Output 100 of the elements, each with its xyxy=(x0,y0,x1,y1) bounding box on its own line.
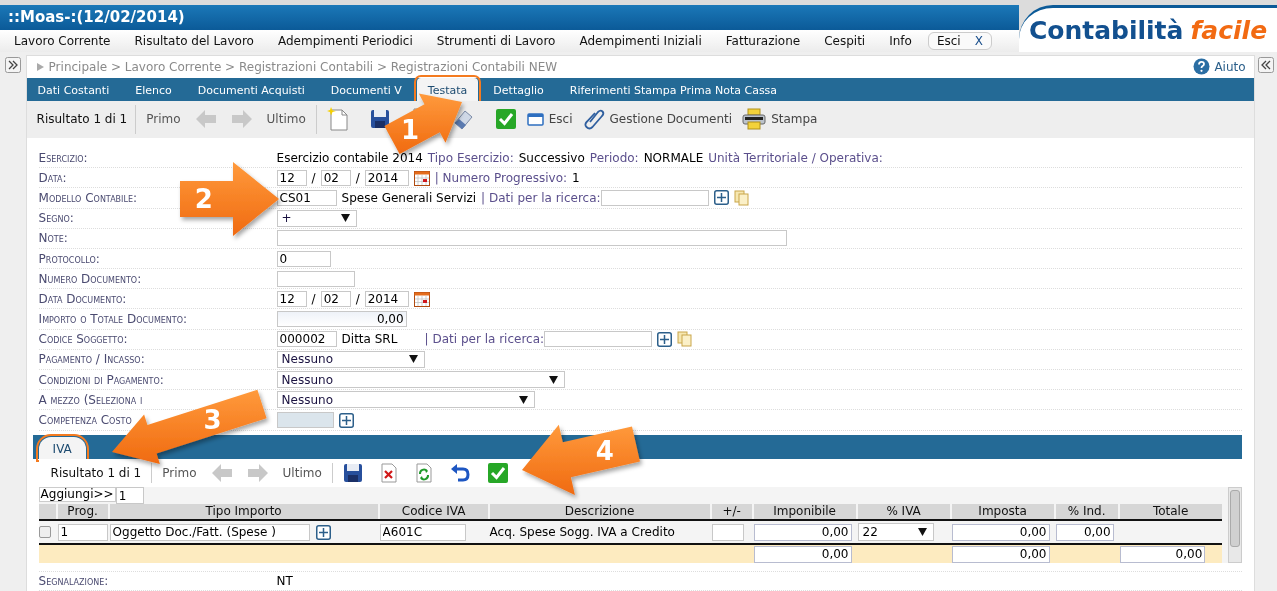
prog-field[interactable]: 1 xyxy=(57,523,108,541)
field-label: Competenza Costo xyxy=(38,413,132,427)
date-separator: / xyxy=(355,170,360,185)
field-label: Data Documento: xyxy=(38,291,127,306)
help-link[interactable]: Aiuto xyxy=(1193,58,1246,76)
dropdown[interactable]: Nessuno xyxy=(276,350,425,368)
callout-number: 4 xyxy=(595,436,614,467)
dropdown[interactable]: Nessuno xyxy=(276,371,565,389)
field-label: Modello Contabile: xyxy=(38,190,137,205)
column-header: +/- xyxy=(711,504,752,519)
value-text: 1 xyxy=(572,170,580,185)
exit-button[interactable]: Esci X xyxy=(927,32,992,50)
result-count: Risultato 1 di 1 xyxy=(35,112,129,127)
total-field[interactable]: 0,00 xyxy=(951,545,1050,563)
dropdown[interactable]: + xyxy=(276,209,357,227)
day-field[interactable]: 12 xyxy=(276,169,307,186)
total-field[interactable]: 0,00 xyxy=(753,545,852,563)
table-cell-text: Acq. Spese Sogg. IVA a Credito xyxy=(489,525,676,539)
value-text: NT xyxy=(276,574,294,588)
year-field[interactable]: 2014 xyxy=(364,169,409,186)
field-label: Esercizio: xyxy=(38,150,88,165)
menu-item[interactable]: Info xyxy=(877,34,924,48)
tab[interactable]: Elenco xyxy=(124,77,183,101)
date-separator: / xyxy=(311,291,316,306)
value-text: Successivo xyxy=(518,150,585,165)
tab[interactable]: Documenti V xyxy=(319,77,413,101)
documents-button[interactable]: Gestione Documenti xyxy=(582,108,733,131)
tab[interactable]: Dati Costanti xyxy=(26,77,121,101)
column-header: Codice IVA xyxy=(379,504,488,519)
value-text: NORMALE xyxy=(643,150,704,165)
window-title: ::Moas-:(12/02/2014) xyxy=(0,5,1019,30)
month-field[interactable]: 02 xyxy=(320,290,351,307)
amount-field[interactable]: 0,00 xyxy=(1055,523,1114,541)
column-header: Descrizione xyxy=(489,504,710,519)
menu-item[interactable]: Lavoro Corrente xyxy=(2,34,123,48)
logo-accent-text: facile xyxy=(1190,15,1268,45)
last-link[interactable]: Ultimo xyxy=(282,465,322,480)
tab[interactable]: Dettaglio xyxy=(482,77,555,101)
menu-item[interactable]: Cespiti xyxy=(812,34,878,48)
dropdown[interactable]: Nessuno xyxy=(276,391,535,409)
code-field[interactable]: A601C xyxy=(379,523,466,541)
day-field[interactable]: 12 xyxy=(276,290,307,307)
dropdown[interactable]: 22 xyxy=(857,523,934,541)
column-header: % IVA xyxy=(857,504,950,519)
field-label: Segno: xyxy=(38,211,74,226)
result-count: Risultato 1 di 1 xyxy=(49,465,143,480)
print-button[interactable]: Stampa xyxy=(742,108,818,131)
field-label: Numero Documento: xyxy=(38,271,142,286)
tab[interactable]: IVA xyxy=(38,436,86,459)
caption-text: Periodo: xyxy=(589,150,639,165)
field-label: Protocollo: xyxy=(38,251,100,266)
value-text: Esercizio contabile 2014 xyxy=(276,150,423,165)
field-label: Segnalazione: xyxy=(38,574,109,588)
logo-main-text: Contabilità xyxy=(1028,15,1184,45)
date-separator: / xyxy=(355,291,360,306)
column-header: Totale xyxy=(1119,504,1222,519)
text-field[interactable]: 0 xyxy=(276,250,331,267)
field-label: Pagamento / Incasso: xyxy=(38,352,145,367)
caption-text: | Dati per la ricerca: xyxy=(424,332,545,347)
add-row-button[interactable]: Aggiungi>> xyxy=(38,487,116,502)
column-header: Imponibile xyxy=(753,504,856,519)
first-link[interactable]: Primo xyxy=(162,465,197,480)
total-field[interactable]: 0,00 xyxy=(1119,545,1206,563)
caption-text: Tipo Esercizio: xyxy=(427,150,514,165)
type-field[interactable]: Oggetto Doc./Fatt. (Spese ) xyxy=(109,523,310,541)
tab[interactable]: Testata xyxy=(416,77,479,101)
breadcrumb: Principale > Lavoro Corrente > Registrazioni Contabili > Registrazioni Contabili NEW xyxy=(48,59,558,74)
month-field[interactable]: 02 xyxy=(320,169,351,186)
menu-item[interactable]: Fatturazione xyxy=(713,34,813,48)
field-label: Note: xyxy=(38,231,68,246)
exit-button[interactable]: Esci xyxy=(526,112,573,127)
amount-field[interactable]: 0,00 xyxy=(753,523,852,541)
amount-field[interactable]: 0,00 xyxy=(276,311,407,328)
column-header: Imposta xyxy=(951,504,1054,519)
column-header: Prog. xyxy=(57,504,108,519)
field-label: Importo o Totale Documento: xyxy=(38,312,188,327)
callout-number: 3 xyxy=(203,404,222,435)
close-icon[interactable]: X xyxy=(974,34,983,48)
amount-field[interactable]: 0,00 xyxy=(951,523,1050,541)
field-label: Codice Soggetto: xyxy=(38,332,128,347)
last-link[interactable]: Ultimo xyxy=(266,112,306,127)
menu-item[interactable]: Strumenti di Lavoro xyxy=(424,34,568,48)
date-separator: / xyxy=(311,170,316,185)
field-label: Data: xyxy=(38,170,67,185)
tab[interactable]: Riferimenti Stampa Prima Nota Cassa xyxy=(558,77,789,101)
menu-item[interactable]: Risultato del Lavoro xyxy=(122,34,266,48)
callout-number: 1 xyxy=(401,115,420,146)
year-field[interactable]: 2014 xyxy=(364,290,409,307)
count-field[interactable]: 1 xyxy=(115,487,144,504)
column-header: % Ind. xyxy=(1055,504,1118,519)
code-field[interactable]: CS01 xyxy=(276,189,337,206)
first-link[interactable]: Primo xyxy=(146,112,181,127)
menu-item[interactable]: Adempimenti Periodici xyxy=(265,34,425,48)
callout-number: 2 xyxy=(194,184,213,214)
caption-text: | Dati per la ricerca: xyxy=(481,190,601,205)
column-header: Tipo Importo xyxy=(109,504,378,519)
field-label: Condizioni di Pagamento: xyxy=(38,372,164,387)
menu-item[interactable]: Adempimenti Iniziali xyxy=(567,34,714,48)
tab[interactable]: Documenti Acquisti xyxy=(186,77,316,101)
code-field[interactable]: 000002 xyxy=(276,331,337,348)
